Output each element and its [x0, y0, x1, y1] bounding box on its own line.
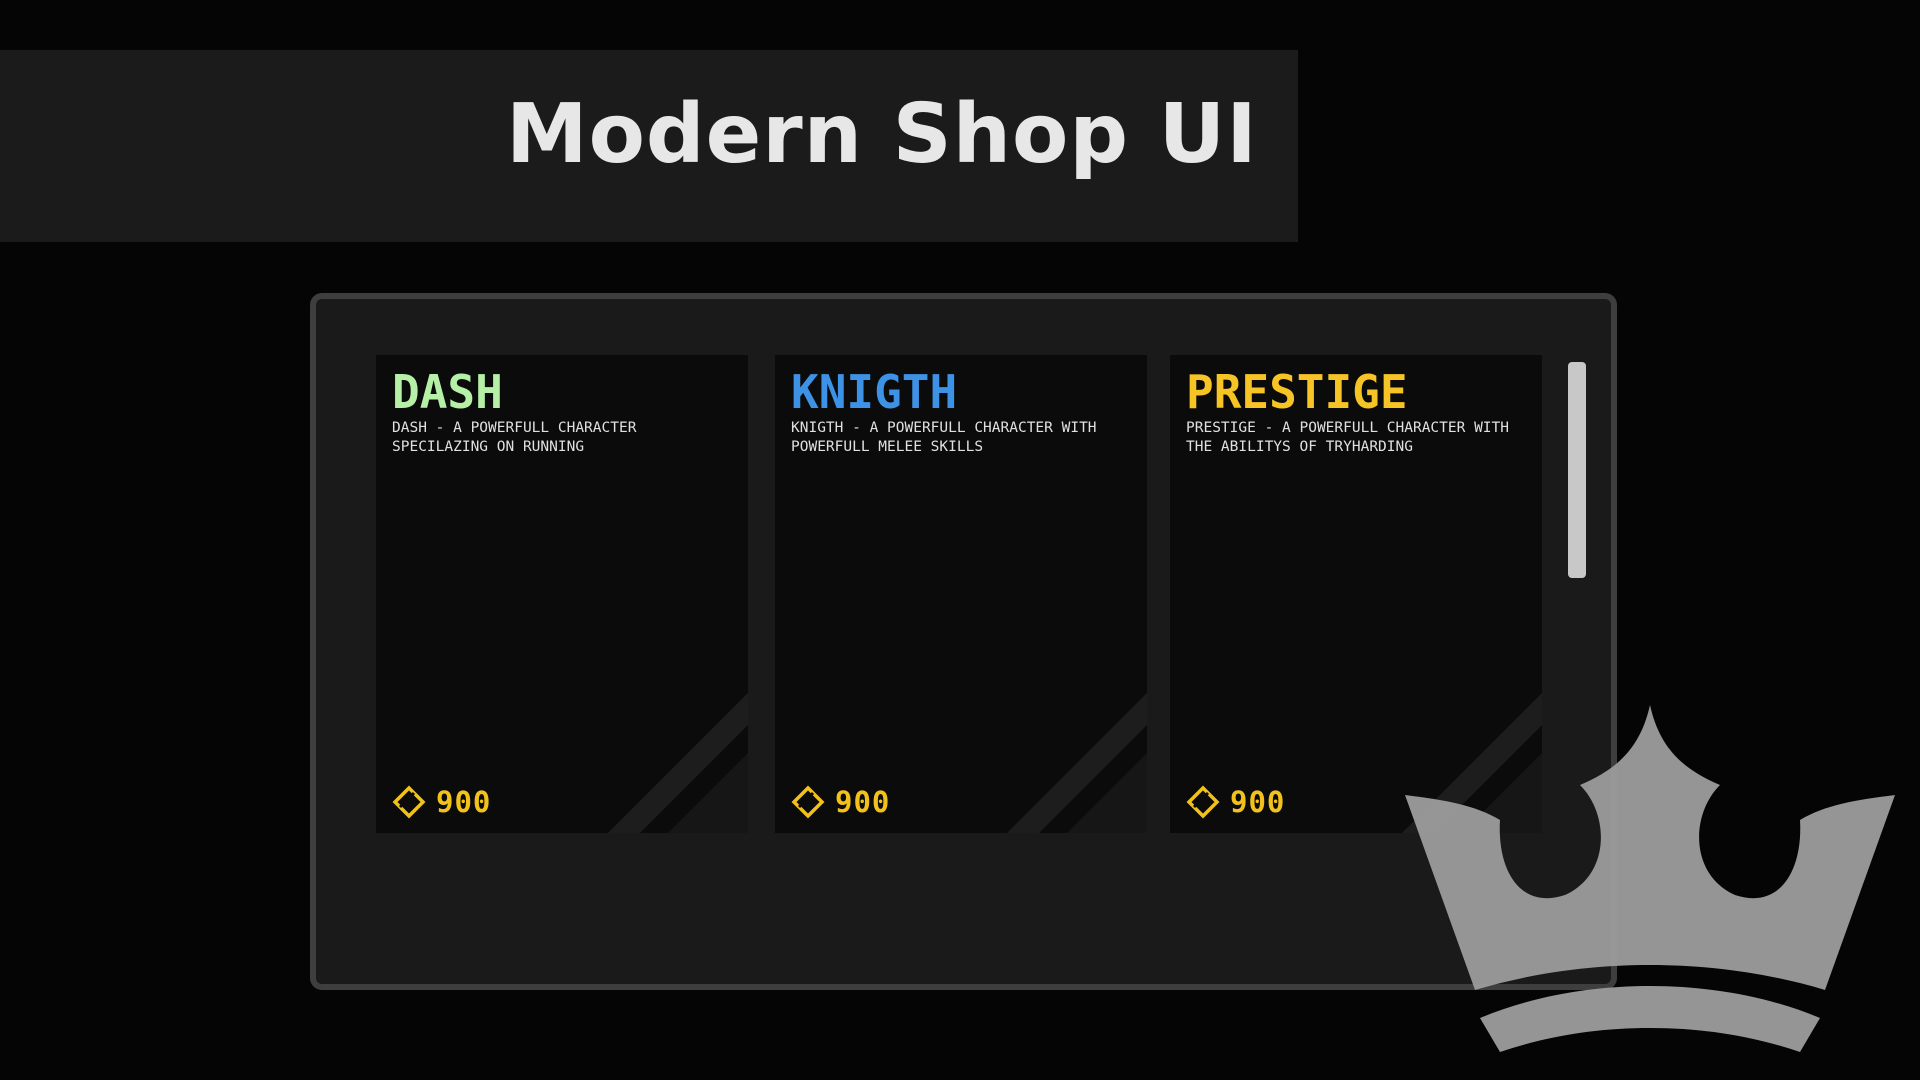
price-value: 900: [436, 785, 492, 819]
card-name: KNIGTH: [791, 365, 958, 419]
card-description: KNIGTH - A POWERFULL CHARACTER WITH POWE…: [791, 420, 1097, 455]
card-corner-decoration: [608, 693, 748, 833]
price-value: 900: [1230, 785, 1286, 819]
card-price[interactable]: 900: [392, 785, 491, 819]
card-price[interactable]: 900: [1186, 785, 1285, 819]
card-corner-decoration: [1007, 693, 1147, 833]
card-name: PRESTIGE: [1186, 365, 1408, 419]
crown-icon: [1405, 705, 1895, 1052]
price-value: 900: [835, 785, 891, 819]
title-banner: Modern Shop UI: [0, 50, 1298, 242]
shop-card-dash[interactable]: DASH DASH - A POWERFULL CHARACTER SPECIL…: [376, 355, 748, 833]
diamond-coin-icon: [392, 785, 426, 819]
card-price[interactable]: 900: [791, 785, 890, 819]
scrollbar-thumb[interactable]: [1568, 362, 1586, 578]
page-title: Modern Shop UI: [506, 87, 1258, 182]
shop-card-knigth[interactable]: KNIGTH KNIGTH - A POWERFULL CHARACTER WI…: [775, 355, 1147, 833]
diamond-coin-icon: [1186, 785, 1220, 819]
diamond-coin-icon: [791, 785, 825, 819]
card-name: DASH: [392, 365, 503, 419]
shop-screen: Modern Shop UI DASH DASH - A POWERFULL C…: [0, 0, 1920, 1080]
card-description: DASH - A POWERFULL CHARACTER SPECILAZING…: [392, 420, 637, 455]
card-description: PRESTIGE - A POWERFULL CHARACTER WITH TH…: [1186, 420, 1510, 455]
